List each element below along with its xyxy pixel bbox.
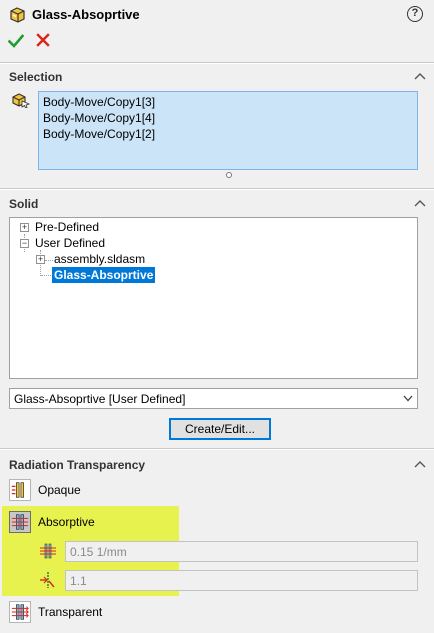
radiation-section-header[interactable]: Radiation Transparency — [0, 455, 434, 477]
transparent-icon[interactable] — [9, 601, 31, 623]
refractive-index-field[interactable]: 1.1 — [65, 570, 418, 591]
x-icon[interactable] — [36, 33, 50, 47]
selection-list[interactable]: Body-Move/Copy1[3] Body-Move/Copy1[4] Bo… — [38, 91, 418, 170]
selection-item[interactable]: Body-Move/Copy1[2] — [43, 126, 413, 142]
selection-item[interactable]: Body-Move/Copy1[3] — [43, 94, 413, 110]
panel-title: Glass-Absoprtive — [32, 7, 140, 22]
create-edit-button[interactable]: Create/Edit... — [169, 418, 271, 440]
body-selection-icon — [12, 93, 30, 108]
solid-section-header[interactable]: Solid — [0, 194, 434, 216]
expand-plus-icon[interactable]: + — [36, 255, 45, 264]
refractive-index-icon — [40, 572, 55, 588]
transparent-label: Transparent — [38, 605, 103, 619]
chevron-down-icon[interactable] — [403, 395, 413, 402]
selection-item[interactable]: Body-Move/Copy1[4] — [43, 110, 413, 126]
opaque-label: Opaque — [38, 483, 81, 497]
tree-node-assembly[interactable]: assembly.sldasm — [54, 251, 145, 267]
absorptive-icon[interactable] — [9, 511, 31, 533]
divider — [0, 448, 434, 450]
checkmark-icon[interactable] — [8, 33, 24, 49]
absorption-coefficient-value: 0.15 1/mm — [70, 545, 127, 559]
resize-handle[interactable] — [226, 172, 232, 178]
chevron-up-icon[interactable] — [414, 460, 426, 468]
absorptive-label: Absorptive — [38, 515, 95, 529]
tree-node-predefined[interactable]: Pre-Defined — [35, 219, 99, 235]
material-dropdown[interactable]: Glass-Absoprtive [User Defined] — [9, 388, 418, 409]
refractive-index-value: 1.1 — [70, 574, 87, 588]
opaque-icon[interactable] — [9, 479, 31, 501]
tree-node-user-defined[interactable]: User Defined — [35, 235, 105, 251]
panel-header: Glass-Absoprtive ? — [0, 0, 434, 30]
material-tree[interactable]: + Pre-Defined − User Defined + assembly.… — [9, 217, 418, 379]
help-icon[interactable]: ? — [407, 6, 423, 22]
chevron-up-icon[interactable] — [414, 199, 426, 207]
absorption-coefficient-icon — [40, 543, 56, 559]
radiation-section-title: Radiation Transparency — [9, 458, 146, 472]
divider — [0, 188, 434, 190]
absorption-coefficient-field[interactable]: 0.15 1/mm — [65, 541, 418, 562]
material-dropdown-value: Glass-Absoprtive [User Defined] — [14, 392, 186, 406]
tree-node-selected-material[interactable]: Glass-Absoprtive — [52, 267, 156, 283]
selection-section-header[interactable]: Selection — [0, 67, 434, 89]
tree-connector — [45, 260, 53, 261]
selection-section-title: Selection — [9, 70, 63, 84]
collapse-minus-icon[interactable]: − — [20, 239, 29, 248]
expand-plus-icon[interactable]: + — [20, 223, 29, 232]
glass-material-icon — [10, 7, 25, 23]
divider — [0, 62, 434, 64]
chevron-up-icon[interactable] — [414, 72, 426, 80]
solid-section-title: Solid — [9, 197, 39, 211]
